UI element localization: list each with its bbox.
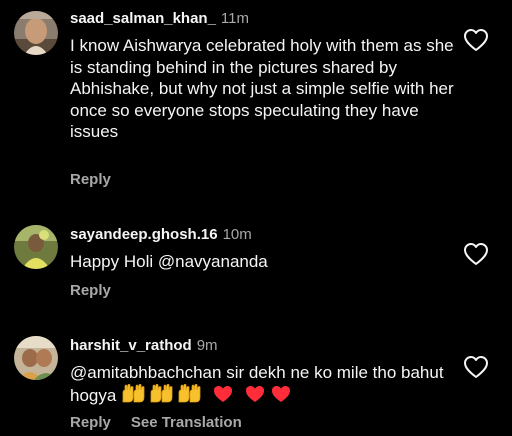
comment-meta: sayandeep.ghosh.16 10m: [70, 225, 252, 245]
avatar-image: [14, 11, 58, 55]
reply-button[interactable]: Reply: [70, 414, 111, 431]
comment-item: harshit_v_rathod 9m @amitabhbachchan sir …: [0, 316, 512, 436]
avatar[interactable]: [14, 225, 58, 269]
mention-link[interactable]: @amitabhbachchan: [70, 363, 221, 382]
heart-outline-icon[interactable]: [462, 241, 490, 267]
red-heart-emoji: [213, 384, 303, 410]
comment-meta: saad_salman_khan_ 11m: [70, 9, 249, 29]
avatar-image: [14, 336, 58, 380]
comment-text: Happy Holi @navyananda: [70, 252, 268, 271]
comment-meta: harshit_v_rathod 9m: [70, 336, 218, 356]
comment-username[interactable]: saad_salman_khan_: [70, 10, 216, 27]
reply-button[interactable]: Reply: [70, 282, 111, 299]
comment-username[interactable]: sayandeep.ghosh.16: [70, 226, 218, 243]
comment-time: 11m: [220, 10, 249, 27]
comment-actions: Reply See Translation: [70, 413, 262, 433]
avatar-image: [14, 225, 58, 269]
comment-actions: Reply: [70, 170, 131, 190]
comment-text: @amitabhbachchan sir dekh ne ko mile tho…: [70, 362, 462, 409]
comment-item: saad_salman_khan_ 11m I know Aishwarya ce…: [0, 0, 512, 200]
raising-hands-emoji: [121, 383, 205, 410]
comment-time: 10m: [222, 226, 252, 243]
comment-username[interactable]: harshit_v_rathod: [70, 337, 192, 354]
heart-outline-icon[interactable]: [462, 354, 490, 380]
comment-time: 9m: [196, 337, 218, 354]
reply-button[interactable]: Reply: [70, 171, 111, 188]
comment-actions: Reply: [70, 281, 131, 301]
see-translation-button[interactable]: See Translation: [131, 414, 242, 431]
heart-outline-icon[interactable]: [462, 27, 490, 53]
comment-text: I know Aishwarya celebrated holy with th…: [70, 36, 459, 141]
avatar[interactable]: [14, 11, 58, 55]
avatar[interactable]: [14, 336, 58, 380]
comment-item: sayandeep.ghosh.16 10m Happy Holi @navyan…: [0, 205, 512, 310]
